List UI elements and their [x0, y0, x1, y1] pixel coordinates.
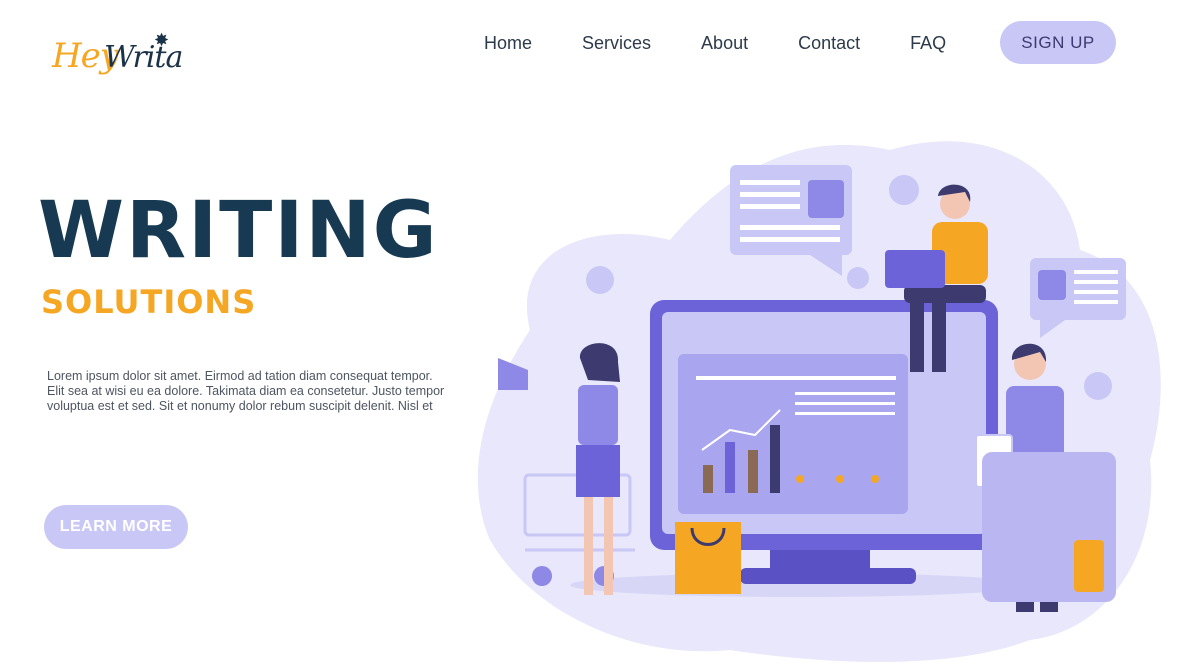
shopping-bag [675, 522, 741, 594]
logo-text-writa: Writa [104, 40, 183, 75]
nav-faq[interactable]: FAQ [910, 33, 946, 54]
heart-icon [889, 175, 919, 205]
main-nav: Home Services About Contact FAQ [470, 22, 971, 64]
nav-about[interactable]: About [701, 33, 748, 54]
chart-window [678, 354, 908, 514]
hero-description: Lorem ipsum dolor sit amet. Eirmod ad ta… [47, 369, 445, 413]
like-icon-right [1084, 372, 1112, 400]
marketing-illustration [477, 141, 1161, 662]
learn-more-button[interactable]: LEARN MORE [44, 505, 188, 549]
like-icon [847, 267, 869, 289]
hero-title: WRITING [38, 186, 439, 276]
hero-subtitle: SOLUTIONS [41, 283, 257, 321]
calculator [982, 452, 1116, 602]
signup-button[interactable]: SIGN UP [1000, 21, 1116, 64]
nav-contact[interactable]: Contact [798, 33, 860, 54]
brand-logo[interactable]: Hey Writa ✸ [50, 30, 190, 106]
nav-services[interactable]: Services [582, 33, 651, 54]
play-icon [586, 266, 614, 294]
pen-star-icon: ✸ [154, 30, 170, 50]
nav-home[interactable]: Home [484, 33, 532, 54]
